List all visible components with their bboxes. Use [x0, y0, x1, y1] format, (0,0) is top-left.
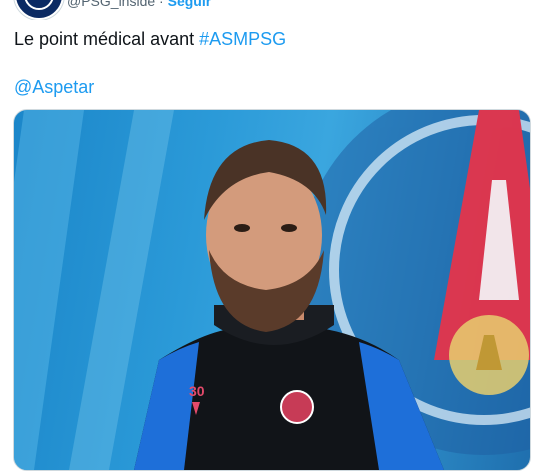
author-line: @PSG_inside · Seguir	[67, 0, 211, 9]
tweet-body: Le point médical avant	[14, 29, 200, 49]
club-crest-icon	[24, 0, 54, 10]
tweet-photo[interactable]: 30	[13, 109, 531, 471]
tweet-text: Le point médical avant #ASMPSG	[14, 27, 534, 51]
mention-line: @Aspetar	[14, 75, 94, 99]
follow-button[interactable]: Seguir	[168, 0, 212, 9]
hashtag-link[interactable]: #ASMPSG	[199, 29, 286, 49]
author-handle[interactable]: @PSG_inside	[67, 0, 155, 9]
mention-link[interactable]: @Aspetar	[14, 77, 94, 97]
separator: ·	[159, 0, 164, 9]
kit-number: 30	[189, 383, 205, 399]
tweet-header: @PSG_inside · Seguir	[0, 0, 548, 20]
avatar[interactable]	[14, 0, 64, 20]
player-photo: 30	[14, 110, 530, 470]
